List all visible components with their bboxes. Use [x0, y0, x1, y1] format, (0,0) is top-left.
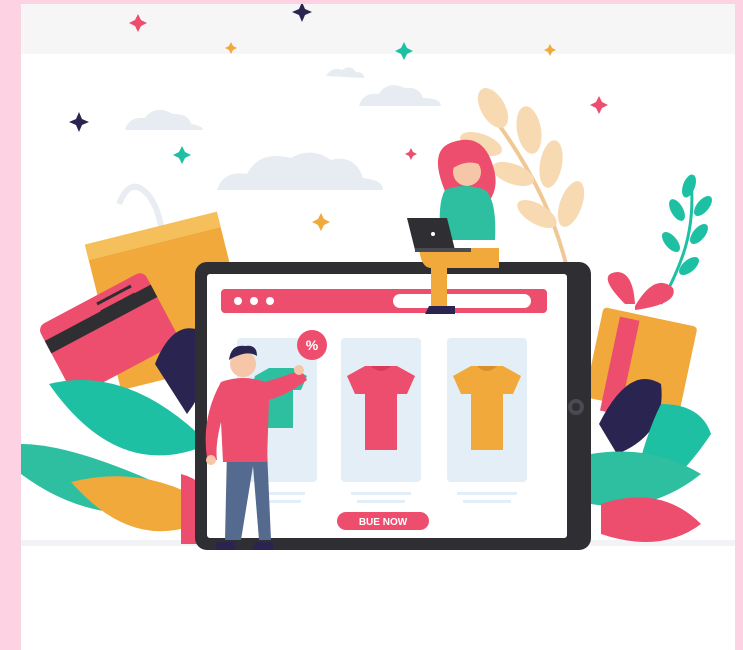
product-card[interactable]	[447, 338, 527, 503]
cloud-icon	[326, 67, 364, 78]
buy-now-button[interactable]: BUE NOW	[337, 512, 429, 530]
buy-now-label: BUE NOW	[359, 517, 408, 528]
window-dot-icon	[266, 297, 274, 305]
window-dot-icon	[250, 297, 258, 305]
cloud-icon	[125, 109, 203, 130]
sparkle-icon	[590, 96, 608, 114]
percent-icon: %	[306, 337, 319, 353]
illustration-frame: BUE NOW %	[21, 4, 735, 650]
cloud-icon	[217, 152, 383, 190]
clouds	[125, 67, 441, 190]
sparkle-icon	[544, 44, 556, 56]
address-bar	[393, 294, 531, 308]
discount-badge: %	[297, 330, 327, 360]
sparkle-icon	[405, 148, 417, 160]
cloud-icon	[359, 85, 441, 106]
sparkle-icon	[173, 146, 191, 164]
window-dot-icon	[234, 297, 242, 305]
sparkle-icon	[395, 42, 413, 60]
sparkle-icon	[292, 4, 312, 22]
sparkle-icon	[129, 14, 147, 32]
product-card[interactable]	[341, 338, 421, 503]
sparkle-icon	[312, 213, 330, 231]
online-shopping-illustration: BUE NOW %	[21, 4, 735, 550]
sparkle-icon	[69, 112, 89, 132]
sparkle-icon	[225, 42, 237, 54]
